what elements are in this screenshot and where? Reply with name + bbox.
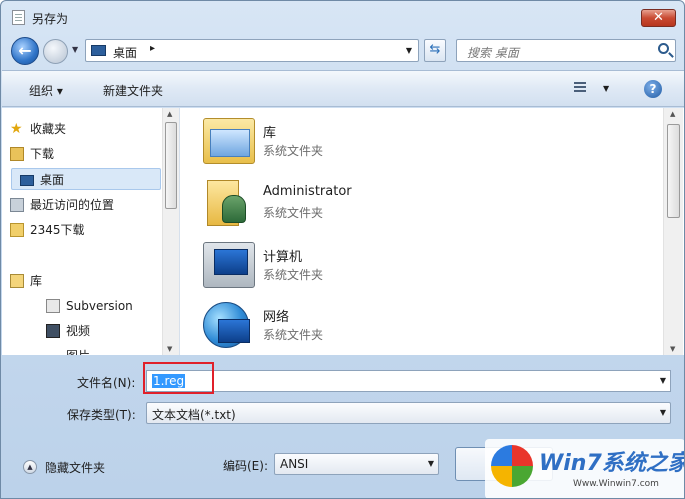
address-dropdown-icon[interactable]: ▼ xyxy=(406,46,412,55)
encoding-select[interactable]: ANSI ▼ xyxy=(274,453,439,475)
scroll-up-icon[interactable]: ▲ xyxy=(670,110,675,118)
download-folder-icon xyxy=(10,147,24,161)
address-bar[interactable]: 桌面 ▸ ▼ xyxy=(85,39,419,62)
encoding-value: ANSI xyxy=(280,457,309,471)
windows-logo-icon xyxy=(491,445,533,487)
save-type-dropdown-icon[interactable]: ▼ xyxy=(660,408,666,417)
subversion-icon xyxy=(46,299,60,313)
navigation-bar: ← ▼ 桌面 ▸ ▼ ⇆ 搜索 桌面 xyxy=(1,34,684,68)
file-name: 计算机 xyxy=(263,250,303,265)
scroll-up-icon[interactable]: ▲ xyxy=(167,110,172,118)
window-title: 另存为 xyxy=(32,12,69,26)
sidebar-item-videos[interactable]: 视频 xyxy=(46,320,91,342)
sidebar-scrollbar[interactable]: ▲ ▼ xyxy=(162,108,179,355)
organize-button[interactable]: 组织 ▾ xyxy=(29,82,63,99)
list-item[interactable]: Administrator 系统文件夹 xyxy=(203,176,403,232)
hide-folders-label[interactable]: 隐藏文件夹 xyxy=(45,459,105,476)
file-type: 系统文件夹 xyxy=(263,268,324,282)
watermark-url: Www.Winwin7.com xyxy=(573,479,659,489)
file-name: 库 xyxy=(263,126,277,141)
list-item[interactable]: 计算机 系统文件夹 xyxy=(203,238,403,294)
file-type: 系统文件夹 xyxy=(263,144,324,158)
breadcrumb-chevron-icon[interactable]: ▸ xyxy=(150,43,155,54)
sidebar-item-label: 最近访问的位置 xyxy=(30,198,115,212)
sidebar-item-subversion[interactable]: Subversion xyxy=(46,295,133,317)
computer-icon xyxy=(203,242,255,288)
sidebar-item-recent-places[interactable]: 最近访问的位置 xyxy=(10,194,115,216)
sidebar-item-favorites[interactable]: ★ 收藏夹 xyxy=(10,118,67,140)
filename-label: 文件名(N): xyxy=(77,376,136,390)
forward-button[interactable] xyxy=(43,39,68,64)
sidebar-item-desktop[interactable]: 桌面 xyxy=(11,168,161,190)
toolbar: 组织 ▾ 新建文件夹 ▼ ? xyxy=(2,70,684,107)
file-list-scroll-thumb[interactable] xyxy=(667,124,680,218)
back-button[interactable]: ← xyxy=(11,37,39,65)
filename-dropdown-icon[interactable]: ▼ xyxy=(660,376,666,385)
sidebar-item-downloads[interactable]: 下载 xyxy=(10,143,55,165)
sidebar-item-pictures[interactable]: 图片 xyxy=(66,345,90,355)
sidebar-scroll-thumb[interactable] xyxy=(165,122,177,209)
scroll-down-icon[interactable]: ▼ xyxy=(670,345,675,353)
view-options-icon[interactable] xyxy=(574,82,590,96)
user-folder-icon xyxy=(207,180,246,226)
file-name: 网络 xyxy=(263,310,290,325)
search-icon[interactable] xyxy=(658,43,669,54)
encoding-dropdown-icon[interactable]: ▼ xyxy=(428,459,434,468)
refresh-button[interactable]: ⇆ xyxy=(424,39,446,62)
browser-area: ★ 收藏夹 下载 桌面 最近访问的位置 2345下载 库 Subversion … xyxy=(2,108,684,355)
history-dropdown-icon[interactable]: ▼ xyxy=(72,45,78,54)
site-watermark: Win7系统之家 Www.Winwin7.com xyxy=(485,439,685,498)
save-type-select[interactable]: 文本文档(*.txt) ▼ xyxy=(146,402,671,424)
close-button[interactable]: ✕ xyxy=(641,9,676,27)
save-as-dialog: 另存为 ✕ ← ▼ 桌面 ▸ ▼ ⇆ 搜索 桌面 组织 ▾ 新建文件夹 ▼ ? … xyxy=(0,0,685,499)
file-list: 库 系统文件夹 Administrator 系统文件夹 计算机 系统文件夹 网络… xyxy=(181,108,663,355)
notepad-icon xyxy=(12,10,25,25)
save-type-label: 保存类型(T): xyxy=(67,408,136,422)
sidebar-item-label: 2345下载 xyxy=(30,223,85,237)
filename-highlight-annotation xyxy=(143,362,214,394)
library-icon xyxy=(203,118,255,164)
filename-field[interactable]: 1.reg ▼ xyxy=(146,370,671,392)
network-icon xyxy=(203,302,250,348)
scroll-down-icon[interactable]: ▼ xyxy=(167,345,172,353)
view-dropdown-icon[interactable]: ▼ xyxy=(603,84,609,93)
encoding-label: 编码(E): xyxy=(223,459,268,473)
folder-icon xyxy=(10,223,24,237)
collapse-up-icon[interactable]: ▲ xyxy=(23,460,37,474)
search-input[interactable]: 搜索 桌面 xyxy=(456,39,676,62)
recent-places-icon xyxy=(10,198,24,212)
desktop-icon xyxy=(20,175,34,186)
sidebar-item-libraries[interactable]: 库 xyxy=(10,270,43,292)
help-button[interactable]: ? xyxy=(644,80,662,98)
video-icon xyxy=(46,324,60,338)
list-item[interactable]: 库 系统文件夹 xyxy=(203,114,403,170)
navigation-pane: ★ 收藏夹 下载 桌面 最近访问的位置 2345下载 库 Subversion … xyxy=(2,108,180,355)
sidebar-item-2345-downloads[interactable]: 2345下载 xyxy=(10,219,85,241)
sidebar-item-label: 视频 xyxy=(66,324,91,338)
file-type: 系统文件夹 xyxy=(263,206,324,220)
desktop-icon xyxy=(91,45,106,56)
list-item[interactable]: 网络 系统文件夹 xyxy=(203,298,403,354)
sidebar-item-label: 桌面 xyxy=(40,173,65,187)
file-name: Administrator xyxy=(263,184,352,199)
library-icon xyxy=(10,274,24,288)
save-type-value: 文本文档(*.txt) xyxy=(152,408,236,422)
sidebar-item-label: 下载 xyxy=(30,147,55,161)
file-list-scrollbar[interactable]: ▲ ▼ xyxy=(663,108,683,355)
search-placeholder: 搜索 桌面 xyxy=(467,46,519,60)
sidebar-item-label: Subversion xyxy=(66,299,133,313)
file-type: 系统文件夹 xyxy=(263,328,324,342)
sidebar-item-label: 图片 xyxy=(66,349,90,355)
sidebar-item-label: 收藏夹 xyxy=(30,122,67,136)
star-icon: ★ xyxy=(10,121,23,137)
watermark-title: Win7系统之家 xyxy=(539,451,685,476)
sidebar-item-label: 库 xyxy=(30,274,43,288)
new-folder-button[interactable]: 新建文件夹 xyxy=(103,82,163,99)
title-bar: 另存为 ✕ xyxy=(1,1,684,33)
address-location[interactable]: 桌面 xyxy=(113,44,137,61)
